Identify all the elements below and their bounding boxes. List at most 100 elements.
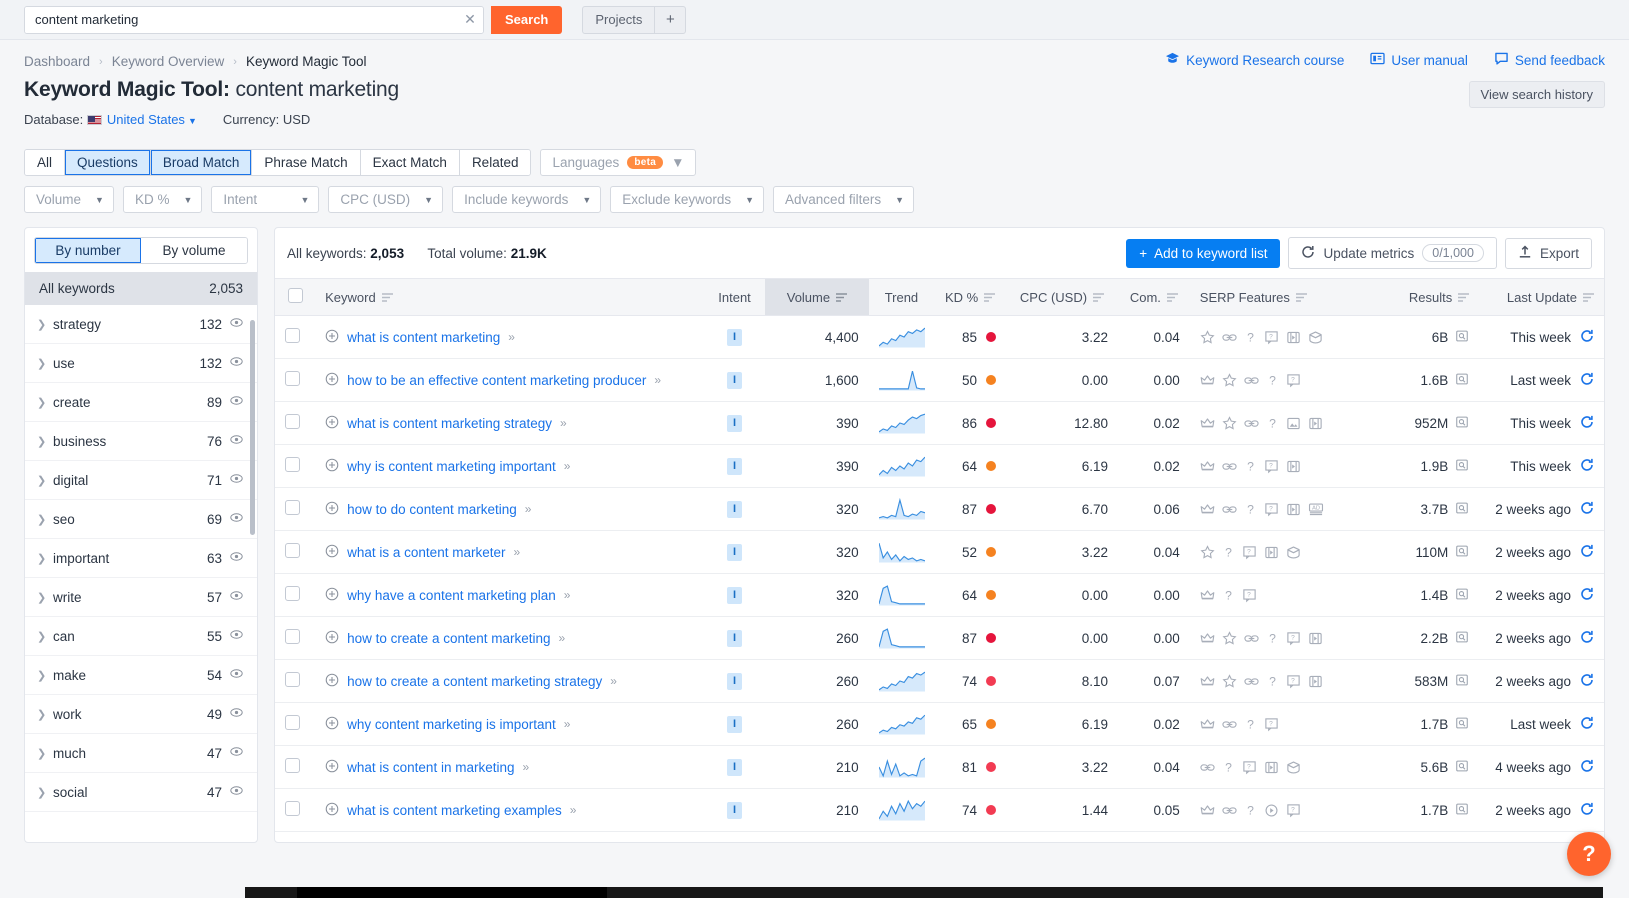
add-keyword-icon[interactable]: [325, 544, 339, 561]
serp-snippet-icon[interactable]: ?: [1286, 803, 1301, 818]
serp-link-icon[interactable]: [1244, 674, 1259, 689]
eye-icon[interactable]: [230, 628, 243, 644]
serp-preview-icon[interactable]: [1455, 716, 1469, 733]
chevron-right-icon[interactable]: ❯: [37, 591, 53, 604]
serp-star-icon[interactable]: [1200, 544, 1215, 560]
serp-preview-icon[interactable]: [1455, 458, 1469, 475]
serp-question-icon[interactable]: ?: [1244, 803, 1257, 818]
keyword-expand-icon[interactable]: »: [560, 416, 567, 430]
tab-questions[interactable]: Questions: [65, 150, 151, 175]
keyword-expand-icon[interactable]: »: [570, 803, 577, 817]
col-intent[interactable]: Intent: [703, 278, 766, 316]
eye-icon[interactable]: [230, 706, 243, 722]
add-project-icon[interactable]: +: [655, 7, 685, 33]
serp-question-icon[interactable]: ?: [1244, 330, 1257, 345]
chevron-right-icon[interactable]: ❯: [37, 786, 53, 799]
eye-icon[interactable]: [230, 394, 243, 410]
serp-preview-icon[interactable]: [1455, 544, 1469, 561]
serp-video-icon[interactable]: [1308, 674, 1323, 689]
keyword-link[interactable]: what is a content marketer: [347, 545, 505, 560]
add-keyword-icon[interactable]: [325, 501, 339, 518]
refresh-icon[interactable]: [1580, 716, 1594, 733]
eye-icon[interactable]: [230, 745, 243, 761]
intent-badge[interactable]: I: [727, 457, 743, 475]
serp-crown-icon[interactable]: [1200, 631, 1215, 646]
keyword-expand-icon[interactable]: »: [610, 674, 617, 688]
serp-image-icon[interactable]: [1286, 416, 1301, 431]
serp-question-icon[interactable]: ?: [1222, 760, 1235, 775]
refresh-icon[interactable]: [1580, 544, 1594, 561]
serp-knowledge-icon[interactable]: [1286, 760, 1301, 775]
eye-icon[interactable]: [230, 472, 243, 488]
add-to-keyword-list-button[interactable]: + Add to keyword list: [1126, 238, 1281, 268]
serp-snippet-icon[interactable]: ?: [1286, 674, 1301, 689]
serp-video-icon[interactable]: [1264, 545, 1279, 560]
sidebar-group-item[interactable]: ❯ work 49: [25, 695, 257, 734]
tab-exact-match[interactable]: Exact Match: [360, 150, 460, 175]
select-all-checkbox[interactable]: [287, 288, 303, 303]
sidebar-group-item[interactable]: ❯ strategy 132: [25, 305, 257, 344]
serp-crown-icon[interactable]: [1200, 416, 1215, 431]
intent-badge[interactable]: I: [727, 328, 743, 346]
serp-video-icon[interactable]: [1308, 416, 1323, 431]
filter-volume[interactable]: Volume ▼: [24, 186, 114, 213]
keyword-research-course-link[interactable]: Keyword Research course: [1165, 52, 1344, 68]
chevron-right-icon[interactable]: ❯: [37, 747, 53, 760]
chevron-down-icon[interactable]: ▼: [188, 116, 197, 126]
sidebar-group-item[interactable]: ❯ seo 69: [25, 500, 257, 539]
col-keyword[interactable]: Keyword: [315, 278, 704, 316]
table-row[interactable]: how to create a content marketing strate…: [275, 659, 1604, 703]
serp-question-icon[interactable]: ?: [1266, 373, 1279, 388]
serp-preview-icon[interactable]: [1455, 372, 1469, 389]
eye-icon[interactable]: [230, 511, 243, 527]
add-keyword-icon[interactable]: [325, 759, 339, 776]
serp-crown-icon[interactable]: [1200, 803, 1215, 818]
serp-question-icon[interactable]: ?: [1266, 416, 1279, 431]
serp-question-icon[interactable]: ?: [1244, 459, 1257, 474]
serp-play-icon[interactable]: [1264, 803, 1279, 818]
sidebar-scrollbar[interactable]: [250, 320, 255, 535]
eye-icon[interactable]: [230, 355, 243, 371]
serp-knowledge-icon[interactable]: [1286, 545, 1301, 560]
serp-link-icon[interactable]: [1200, 760, 1215, 775]
add-keyword-icon[interactable]: [325, 587, 339, 604]
keyword-link[interactable]: why have a content marketing plan: [347, 588, 556, 603]
languages-dropdown[interactable]: Languages beta ▼: [540, 149, 697, 176]
user-manual-link[interactable]: User manual: [1370, 52, 1468, 68]
serp-video-icon[interactable]: [1286, 330, 1301, 345]
serp-preview-icon[interactable]: [1455, 329, 1469, 346]
sort-by-number[interactable]: By number: [35, 238, 141, 263]
row-checkbox[interactable]: [285, 457, 300, 472]
keyword-expand-icon[interactable]: »: [508, 330, 515, 344]
serp-snippet-icon[interactable]: ?: [1286, 373, 1301, 388]
keyword-link[interactable]: how to do content marketing: [347, 502, 517, 517]
tab-phrase-match[interactable]: Phrase Match: [252, 150, 361, 175]
table-row[interactable]: why content marketing is important » I 260 6…: [275, 702, 1604, 746]
update-metrics-button[interactable]: Update metrics 0/1,000: [1288, 237, 1497, 269]
filter-exclude-keywords[interactable]: Exclude keywords ▼: [610, 186, 765, 213]
sidebar-group-item[interactable]: ❯ use 132: [25, 344, 257, 383]
table-row[interactable]: how to create a content marketing » I 260 87…: [275, 616, 1604, 660]
search-button[interactable]: Search: [491, 5, 563, 34]
add-keyword-icon[interactable]: [325, 673, 339, 690]
row-checkbox[interactable]: [285, 672, 300, 687]
keyword-expand-icon[interactable]: »: [654, 373, 661, 387]
refresh-icon[interactable]: [1580, 329, 1594, 346]
export-button[interactable]: Export: [1504, 237, 1592, 269]
tab-related[interactable]: Related: [459, 150, 531, 175]
serp-question-icon[interactable]: ?: [1266, 674, 1279, 689]
chevron-right-icon[interactable]: ❯: [37, 708, 53, 721]
row-checkbox[interactable]: [285, 801, 300, 816]
tab-broad-match[interactable]: Broad Match: [150, 150, 253, 175]
refresh-icon[interactable]: [1580, 673, 1594, 690]
col-com[interactable]: Com.: [1117, 278, 1190, 316]
filter-kd[interactable]: KD % ▼: [122, 186, 203, 213]
serp-snippet-icon[interactable]: ?: [1264, 330, 1279, 345]
col-results[interactable]: Results: [1386, 278, 1480, 316]
serp-ads-icon[interactable]: AD: [1308, 502, 1324, 517]
table-horizontal-scrollbar[interactable]: [297, 887, 1603, 898]
refresh-icon[interactable]: [1580, 415, 1594, 432]
serp-question-icon[interactable]: ?: [1266, 631, 1279, 646]
intent-badge[interactable]: I: [727, 758, 743, 776]
breadcrumb-dashboard[interactable]: Dashboard: [24, 54, 90, 69]
